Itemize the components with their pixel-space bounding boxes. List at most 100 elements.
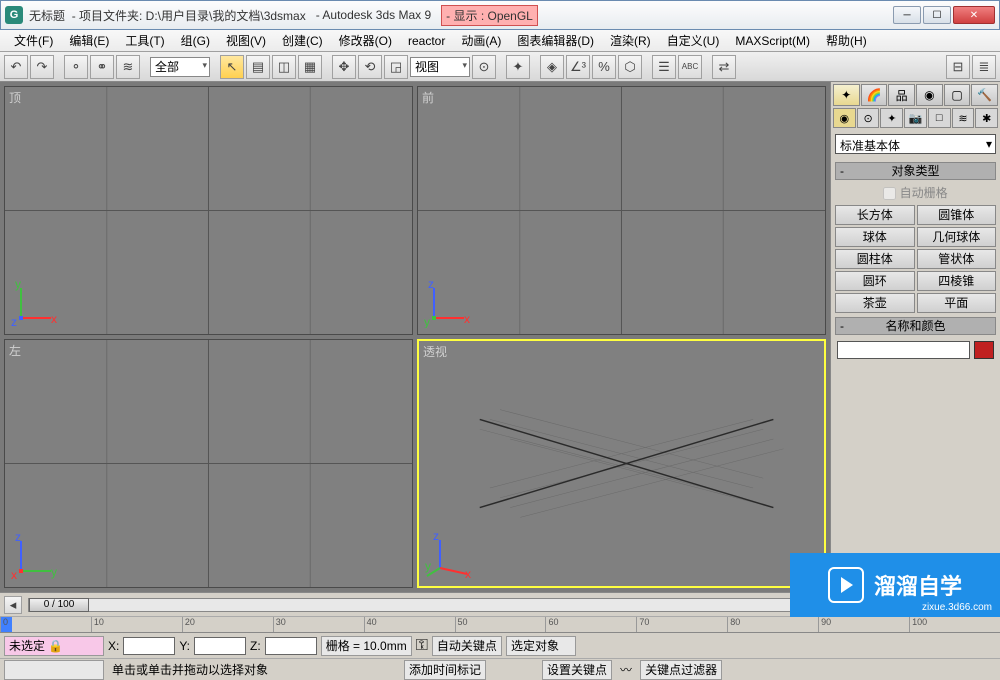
select-by-name-button[interactable]: ▤ (246, 55, 270, 79)
percent-snap-button[interactable]: % (592, 55, 616, 79)
mirror-button[interactable]: ⇄ (712, 55, 736, 79)
y-input[interactable] (194, 637, 246, 655)
menu-group[interactable]: 组(G) (173, 30, 218, 51)
refcoord-combo[interactable]: 视图 (410, 57, 470, 77)
autogrid-checkbox[interactable] (883, 187, 896, 200)
menu-edit[interactable]: 编辑(E) (61, 30, 117, 51)
link-button[interactable]: ⚬ (64, 55, 88, 79)
tab-motion[interactable]: ◉ (916, 84, 943, 106)
abc-button[interactable]: ABC (678, 55, 702, 79)
play-icon (828, 567, 864, 603)
tick-30: 30 (273, 617, 364, 632)
manipulate-button[interactable]: ✦ (506, 55, 530, 79)
redo-button[interactable]: ↷ (30, 55, 54, 79)
menu-help[interactable]: 帮助(H) (818, 30, 875, 51)
subtab-spacewarps[interactable]: ≋ (952, 108, 975, 128)
prim-cone[interactable]: 圆锥体 (917, 205, 997, 225)
viewport-front[interactable]: 前 z x y (417, 86, 826, 335)
prim-tube[interactable]: 管状体 (917, 249, 997, 269)
minimize-button[interactable]: ─ (893, 6, 921, 24)
subtab-shapes[interactable]: ⊙ (857, 108, 880, 128)
tab-utilities[interactable]: 🔨 (971, 84, 998, 106)
select-region-button[interactable]: ◫ (272, 55, 296, 79)
selected-object-combo[interactable]: 选定对象 (506, 636, 576, 656)
viewport-label-top: 顶 (9, 89, 21, 106)
subtab-helpers[interactable]: □ (928, 108, 951, 128)
selection-filter-combo[interactable]: 全部 (150, 57, 210, 77)
x-input[interactable] (123, 637, 175, 655)
window-titlebar: G 无标题 - 项目文件夹: D:\用户目录\我的文档\3dsmax - Aut… (0, 0, 1000, 30)
prim-geosphere[interactable]: 几何球体 (917, 227, 997, 247)
move-button[interactable]: ✥ (332, 55, 356, 79)
maximize-button[interactable]: ☐ (923, 6, 951, 24)
menu-tools[interactable]: 工具(T) (117, 30, 172, 51)
status-bar: 未选定 🔒 X: Y: Z: 栅格 = 10.0mm ⚿ 自动关键点 选定对象 (0, 632, 1000, 658)
undo-button[interactable]: ↶ (4, 55, 28, 79)
tab-display[interactable]: ▢ (944, 84, 971, 106)
window-crossing-button[interactable]: ▦ (298, 55, 322, 79)
time-ruler[interactable]: 0 10 20 30 40 50 60 70 80 90 100 (0, 616, 1000, 632)
unlink-button[interactable]: ⚭ (90, 55, 114, 79)
title-display-mode: - 显示 : OpenGL (441, 5, 538, 26)
setkey-button[interactable]: 设置关键点 (542, 660, 612, 680)
prim-torus[interactable]: 圆环 (835, 271, 915, 291)
subtab-geometry[interactable]: ◉ (833, 108, 856, 128)
autogrid-label: 自动栅格 (900, 186, 948, 200)
menu-render[interactable]: 渲染(R) (602, 30, 659, 51)
key-tangent-icon[interactable]: 〰 (620, 661, 632, 678)
prim-box[interactable]: 长方体 (835, 205, 915, 225)
named-sel-button[interactable]: ☰ (652, 55, 676, 79)
tick-50: 50 (455, 617, 546, 632)
tab-modify[interactable]: 🌈 (861, 84, 888, 106)
subtab-lights[interactable]: ✦ (880, 108, 903, 128)
menu-graph[interactable]: 图表编辑器(D) (509, 30, 602, 51)
menu-file[interactable]: 文件(F) (6, 30, 61, 51)
axis-gizmo-icon: z y x (11, 531, 61, 581)
menu-modifiers[interactable]: 修改器(O) (331, 30, 400, 51)
menu-create[interactable]: 创建(C) (274, 30, 331, 51)
tick-20: 20 (182, 617, 273, 632)
scale-button[interactable]: ◲ (384, 55, 408, 79)
pivot-button[interactable]: ⊙ (472, 55, 496, 79)
tab-create[interactable]: ✦ (833, 84, 860, 106)
prim-sphere[interactable]: 球体 (835, 227, 915, 247)
object-name-input[interactable] (837, 341, 970, 359)
viewport-perspective[interactable]: 透视 z x y (417, 339, 826, 588)
add-time-marker[interactable]: 添加时间标记 (404, 660, 486, 680)
menu-animation[interactable]: 动画(A) (453, 30, 509, 51)
subtab-systems[interactable]: ✱ (975, 108, 998, 128)
object-color-swatch[interactable] (974, 341, 994, 359)
category-combo[interactable]: 标准基本体 (835, 134, 996, 154)
select-button[interactable]: ↖ (220, 55, 244, 79)
menu-reactor[interactable]: reactor (400, 32, 453, 50)
subtab-cameras[interactable]: 📷 (904, 108, 927, 128)
menu-customize[interactable]: 自定义(U) (659, 30, 728, 51)
prim-pyramid[interactable]: 四棱锥 (917, 271, 997, 291)
rotate-button[interactable]: ⟲ (358, 55, 382, 79)
menu-maxscript[interactable]: MAXScript(M) (727, 32, 818, 50)
align-button[interactable]: ⊟ (946, 55, 970, 79)
bind-spacewarp-button[interactable]: ≋ (116, 55, 140, 79)
rollout-name-color[interactable]: 名称和颜色 (835, 317, 996, 335)
svg-text:x: x (51, 312, 57, 326)
viewport-left[interactable]: 左 z y x (4, 339, 413, 588)
tab-hierarchy[interactable]: 品 (888, 84, 915, 106)
z-input[interactable] (265, 637, 317, 655)
snap-toggle-button[interactable]: ◈ (540, 55, 564, 79)
svg-text:y: y (424, 315, 430, 328)
prim-plane[interactable]: 平面 (917, 293, 997, 313)
autokey-button[interactable]: 自动关键点 (432, 636, 502, 656)
prim-teapot[interactable]: 茶壶 (835, 293, 915, 313)
spinner-snap-button[interactable]: ⬡ (618, 55, 642, 79)
angle-snap-button[interactable]: ∠³ (566, 55, 590, 79)
watermark-url: zixue.3d66.com (922, 602, 992, 613)
time-prev-button[interactable]: ◂ (4, 596, 22, 614)
layers-button[interactable]: ≣ (972, 55, 996, 79)
close-button[interactable]: ✕ (953, 6, 995, 24)
viewport-top[interactable]: 顶 y x z (4, 86, 413, 335)
prim-cylinder[interactable]: 圆柱体 (835, 249, 915, 269)
time-slider-thumb[interactable]: 0 / 100 (29, 598, 89, 612)
rollout-object-type[interactable]: 对象类型 (835, 162, 996, 180)
menu-view[interactable]: 视图(V) (218, 30, 274, 51)
keyfilter-button[interactable]: 关键点过滤器 (640, 660, 722, 680)
